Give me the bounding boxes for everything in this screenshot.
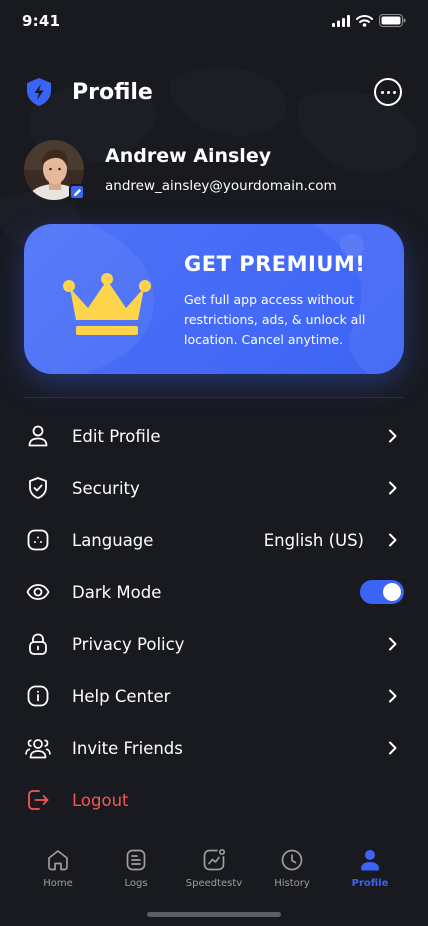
chevron-right-icon (389, 689, 397, 703)
chevron-right-icon (389, 741, 397, 755)
chevron-right-icon (389, 533, 397, 547)
shield-bolt-icon (27, 78, 51, 106)
chevron-right-icon (389, 637, 397, 651)
menu-item-language[interactable]: Language English (US) (24, 514, 404, 566)
user-name: Andrew Ainsley (105, 145, 272, 167)
header: Profile (24, 72, 404, 112)
menu-item-label: Logout (72, 790, 129, 810)
tab-home[interactable]: Home (20, 840, 96, 896)
info-icon (24, 682, 52, 710)
pencil-icon (73, 188, 81, 196)
page-title: Profile (72, 79, 153, 105)
home-icon (48, 850, 68, 871)
menu-item-label: Security (72, 478, 140, 498)
more-horizontal-icon (380, 90, 384, 94)
chevron-right-icon (389, 481, 397, 495)
tab-speedtest[interactable]: Speedtestv (176, 840, 252, 896)
menu-item-label: Help Center (72, 686, 171, 706)
more-options-button[interactable] (374, 78, 402, 106)
divider (24, 397, 404, 398)
menu-item-label: Privacy Policy (72, 634, 185, 654)
menu-item-help-center[interactable]: Help Center (24, 670, 404, 722)
users-icon (24, 734, 52, 762)
profile-screen: 9:41 Profile Andrew Ainsley andrew_ainsl… (0, 0, 428, 926)
home-indicator (147, 912, 281, 917)
chevron-right-icon (389, 429, 397, 443)
logs-icon (126, 849, 146, 871)
tab-label: Speedtestv (185, 878, 243, 889)
speedtest-icon (203, 848, 226, 871)
dark-mode-toggle[interactable] (360, 580, 404, 604)
eye-icon (24, 578, 52, 606)
menu-item-security[interactable]: Security (24, 462, 404, 514)
battery-icon (379, 14, 406, 27)
bottom-tab-bar: Home Logs Speedtestv History Profile (20, 840, 408, 896)
status-time: 9:41 (22, 12, 61, 30)
status-icons (332, 14, 406, 27)
user-icon (24, 422, 52, 450)
clock-icon (281, 849, 303, 871)
wifi-icon (356, 14, 373, 27)
menu-item-edit-profile[interactable]: Edit Profile (24, 410, 404, 462)
user-info: Andrew Ainsley andrew_ainsley@yourdomain… (24, 140, 404, 202)
tab-logs[interactable]: Logs (98, 840, 174, 896)
menu-item-privacy-policy[interactable]: Privacy Policy (24, 618, 404, 670)
logout-icon (24, 786, 52, 814)
profile-icon (361, 850, 379, 871)
lock-icon (24, 630, 52, 658)
tab-label: Home (43, 878, 73, 889)
signal-icon (332, 14, 350, 27)
premium-title: GET PREMIUM! (184, 252, 366, 276)
tab-profile[interactable]: Profile (332, 840, 408, 896)
premium-description: Get full app access without restrictions… (184, 292, 366, 347)
premium-banner[interactable]: GET PREMIUM! Get full app access without… (24, 224, 404, 374)
menu-item-logout[interactable]: Logout (24, 774, 404, 826)
crown-icon (63, 273, 151, 335)
status-bar: 9:41 (0, 0, 428, 44)
shield-check-icon (24, 474, 52, 502)
user-email: andrew_ainsley@yourdomain.com (105, 178, 337, 194)
language-value: English (US) (263, 530, 364, 550)
settings-menu: Edit Profile Security Language English (… (24, 410, 404, 826)
menu-item-label: Edit Profile (72, 426, 161, 446)
tab-label: History (274, 878, 310, 889)
menu-item-label: Language (72, 530, 154, 550)
menu-item-dark-mode: Dark Mode (24, 566, 404, 618)
tab-label: Profile (351, 878, 389, 889)
tab-label: Logs (124, 878, 148, 889)
menu-item-label: Dark Mode (72, 582, 162, 602)
tab-history[interactable]: History (254, 840, 330, 896)
menu-item-label: Invite Friends (72, 738, 183, 758)
menu-item-invite-friends[interactable]: Invite Friends (24, 722, 404, 774)
language-icon (24, 526, 52, 554)
toggle-knob (383, 583, 401, 601)
edit-avatar-button[interactable] (69, 184, 85, 200)
